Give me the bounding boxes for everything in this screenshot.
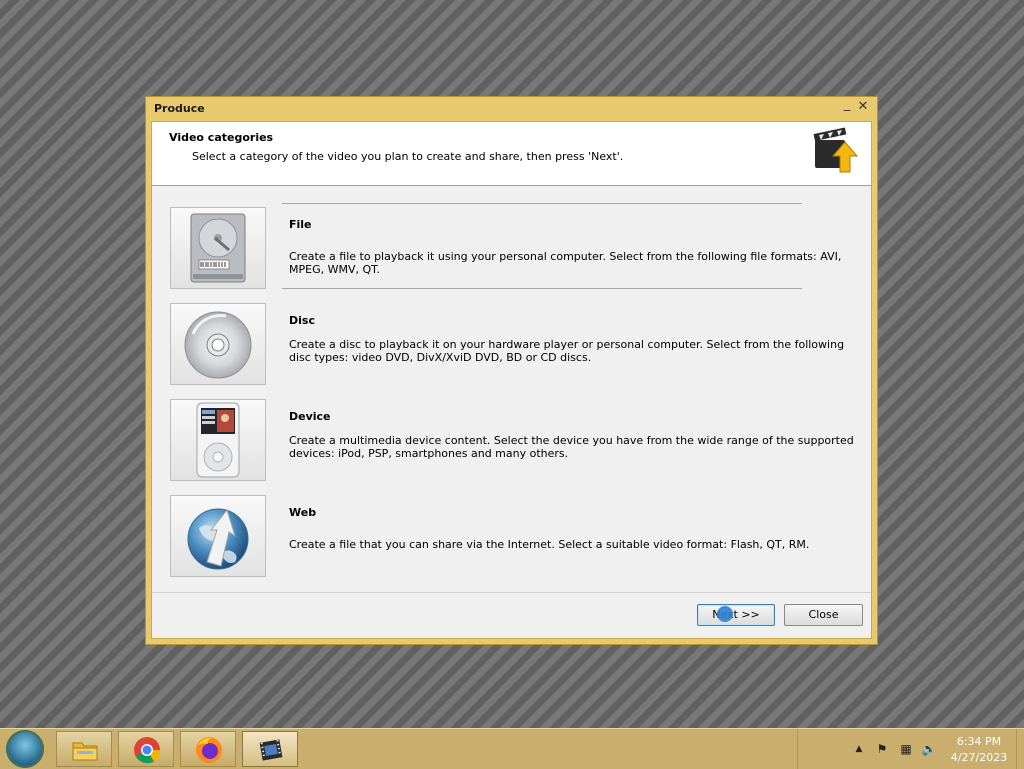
category-file[interactable]: File Create a file to playback it using …: [152, 207, 871, 293]
clapperboard-arrow-icon: [810, 126, 860, 176]
clock-time: 6:34 PM: [956, 735, 1002, 748]
next-button[interactable]: Next >>: [697, 604, 775, 626]
network-icon[interactable]: ▦: [898, 741, 914, 757]
clock[interactable]: 6:34 PM 4/27/2023: [948, 734, 1010, 766]
dialog-titlebar[interactable]: Produce _ ✕: [146, 97, 877, 121]
category-divider: [282, 203, 802, 204]
category-title-web: Web: [289, 506, 317, 519]
footer-divider: [152, 592, 871, 593]
firefox-icon[interactable]: [180, 731, 236, 767]
header-title: Video categories: [169, 131, 274, 144]
category-desc-web: Create a file that you can share via the…: [289, 538, 810, 551]
film-icon[interactable]: [242, 731, 298, 767]
show-hidden-icons-icon[interactable]: ▲: [851, 741, 867, 757]
category-title-device: Device: [289, 410, 331, 423]
cursor-indicator: [717, 606, 733, 622]
category-title-disc: Disc: [289, 314, 315, 327]
globe-icon[interactable]: [170, 495, 266, 577]
start-button[interactable]: [6, 730, 44, 768]
show-desktop-button[interactable]: [1016, 729, 1024, 769]
category-desc-device: Create a multimedia device content. Sele…: [289, 434, 854, 460]
dialog-title: Produce: [154, 102, 205, 115]
header-subtitle: Select a category of the video you plan …: [192, 150, 624, 163]
category-disc[interactable]: Disc Create a disc to playback it on you…: [152, 303, 871, 389]
dialog-body: Video categories Select a category of th…: [151, 121, 872, 639]
close-icon[interactable]: ✕: [856, 100, 870, 114]
hard-drive-icon[interactable]: [170, 207, 266, 289]
minimize-icon[interactable]: _: [840, 98, 854, 112]
volume-muted-icon[interactable]: 🔈: [921, 741, 937, 757]
category-desc-disc: Create a disc to playback it on your har…: [289, 338, 845, 364]
clock-date: 4/27/2023: [950, 751, 1008, 764]
media-player-icon[interactable]: [170, 399, 266, 481]
tray-separator: [797, 729, 798, 769]
category-title-file: File: [289, 218, 312, 231]
chrome-icon[interactable]: [118, 731, 174, 767]
category-desc-file: Create a file to playback it using your …: [289, 250, 842, 276]
category-web[interactable]: Web Create a file that you can share via…: [152, 495, 871, 581]
produce-dialog: Produce _ ✕ Video categories Select a ca…: [145, 96, 878, 645]
disc-icon[interactable]: [170, 303, 266, 385]
folder-icon[interactable]: [56, 731, 112, 767]
action-center-flag-icon[interactable]: ⚑: [874, 741, 890, 757]
close-button[interactable]: Close: [784, 604, 863, 626]
category-device[interactable]: Device Create a multimedia device conten…: [152, 399, 871, 485]
taskbar: ▲ ⚑ ▦ 🔈 6:34 PM 4/27/2023: [0, 728, 1024, 769]
dialog-header: Video categories Select a category of th…: [152, 122, 871, 186]
category-divider: [282, 288, 802, 289]
